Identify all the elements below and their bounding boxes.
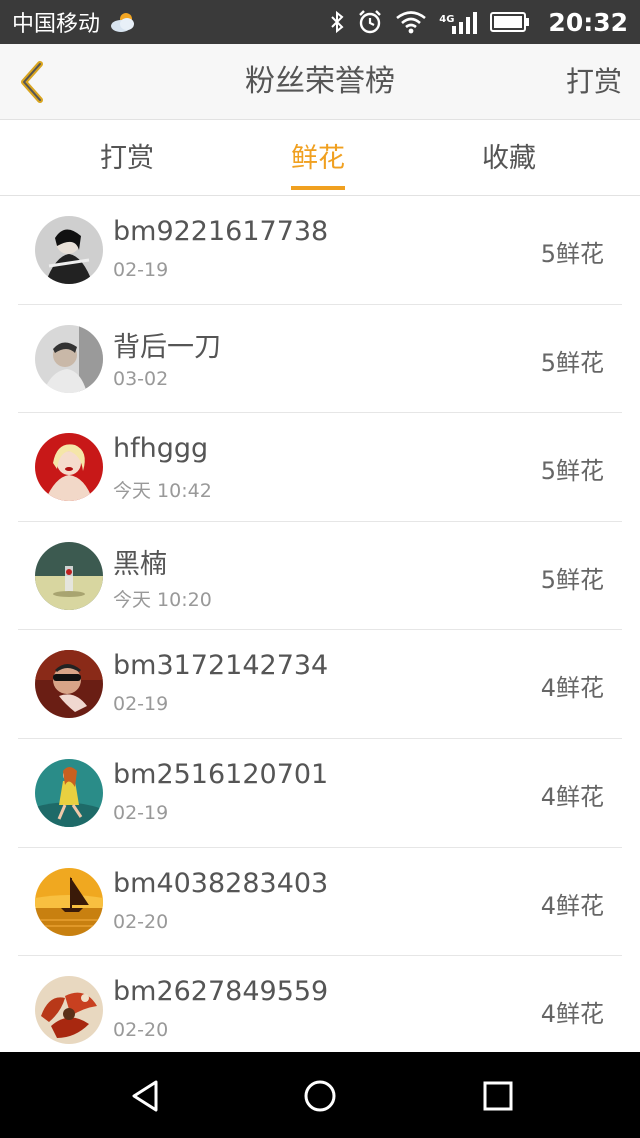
clock: 20:32 bbox=[548, 7, 628, 37]
fan-date: 今天 10:20 bbox=[113, 588, 212, 611]
tab-reward[interactable]: 打赏 bbox=[100, 121, 154, 196]
list-item[interactable]: 黑楠 今天 10:20 5鲜花 bbox=[18, 522, 622, 631]
signal-icon: 4G bbox=[439, 10, 478, 34]
flower-count: 4鲜花 bbox=[540, 891, 604, 920]
header: 粉丝荣誉榜 打赏 bbox=[0, 44, 640, 120]
flower-count: 4鲜花 bbox=[540, 674, 604, 703]
tab-label: 收藏 bbox=[482, 143, 536, 174]
list-item[interactable]: bm3172142734 02-19 4鲜花 bbox=[18, 630, 622, 739]
tab-favorites[interactable]: 收藏 bbox=[482, 121, 536, 196]
fan-name: 黑楠 bbox=[113, 548, 167, 580]
page-title: 粉丝荣誉榜 bbox=[245, 64, 395, 99]
nav-recent-icon[interactable] bbox=[476, 1074, 520, 1118]
avatar bbox=[35, 867, 103, 936]
tab-label: 鲜花 bbox=[291, 143, 345, 174]
fan-name: 背后一刀 bbox=[113, 331, 221, 363]
fan-name: bm2516120701 bbox=[113, 758, 329, 790]
avatar bbox=[35, 758, 103, 827]
flower-count: 5鲜花 bbox=[540, 565, 604, 594]
avatar bbox=[35, 216, 103, 284]
status-icons: 4G 20:32 bbox=[329, 8, 628, 37]
fan-date: 02-20 bbox=[113, 1019, 169, 1042]
list-item[interactable]: 背后一刀 03-02 5鲜花 bbox=[18, 305, 622, 414]
fan-name: bm3172142734 bbox=[113, 650, 329, 682]
navigation-bar bbox=[0, 1052, 640, 1138]
flower-count: 5鲜花 bbox=[540, 457, 604, 486]
list-item[interactable]: bm9221617738 02-19 5鲜花 bbox=[18, 196, 622, 305]
reward-button[interactable]: 打赏 bbox=[566, 44, 622, 120]
fan-date: 今天 10:42 bbox=[113, 480, 212, 503]
list-item[interactable]: bm2627849559 02-20 4鲜花 bbox=[18, 956, 622, 1052]
fan-name: bm4038283403 bbox=[113, 867, 329, 899]
avatar bbox=[35, 650, 103, 719]
fan-date: 03-02 bbox=[113, 367, 169, 390]
avatar bbox=[35, 976, 103, 1045]
tab-active-indicator bbox=[291, 186, 345, 190]
list-item[interactable]: bm2516120701 02-19 4鲜花 bbox=[18, 739, 622, 848]
battery-icon bbox=[490, 11, 530, 33]
fan-date: 02-19 bbox=[113, 801, 169, 824]
cloudy-sun-icon bbox=[108, 11, 138, 33]
fan-date: 02-19 bbox=[113, 259, 169, 281]
flower-count: 5鲜花 bbox=[540, 240, 604, 268]
carrier-label: 中国移动 bbox=[12, 12, 101, 37]
tab-flowers[interactable]: 鲜花 bbox=[291, 121, 345, 196]
fan-name: bm2627849559 bbox=[113, 976, 329, 1008]
fan-name: bm9221617738 bbox=[113, 216, 329, 247]
avatar bbox=[35, 324, 103, 393]
tab-bar: 打赏 鲜花 收藏 bbox=[0, 121, 640, 196]
network-label: 4G bbox=[439, 14, 455, 25]
flower-count: 5鲜花 bbox=[540, 348, 604, 377]
avatar bbox=[35, 433, 103, 502]
fan-date: 02-19 bbox=[113, 693, 169, 716]
list-item[interactable]: hfhggg 今天 10:42 5鲜花 bbox=[18, 413, 622, 522]
tab-label: 打赏 bbox=[100, 143, 154, 174]
screen: 中国移动 4G 20:32 粉丝荣誉榜 打赏 打赏 鲜花 收藏 bm922161… bbox=[0, 0, 640, 1138]
nav-back-icon[interactable] bbox=[124, 1074, 168, 1118]
wifi-icon bbox=[395, 10, 427, 34]
status-bar: 中国移动 4G 20:32 bbox=[0, 0, 640, 44]
flower-count: 4鲜花 bbox=[540, 1000, 604, 1029]
list-item[interactable]: bm4038283403 02-20 4鲜花 bbox=[18, 848, 622, 957]
fan-name: hfhggg bbox=[113, 433, 209, 465]
fan-list: bm9221617738 02-19 5鲜花 背后一刀 03-02 5鲜花 hf… bbox=[0, 196, 640, 1052]
flower-count: 4鲜花 bbox=[540, 782, 604, 811]
alarm-icon bbox=[357, 9, 383, 35]
avatar bbox=[35, 541, 103, 610]
nav-home-icon[interactable] bbox=[298, 1074, 342, 1118]
fan-date: 02-20 bbox=[113, 910, 169, 933]
bluetooth-icon bbox=[329, 10, 345, 34]
